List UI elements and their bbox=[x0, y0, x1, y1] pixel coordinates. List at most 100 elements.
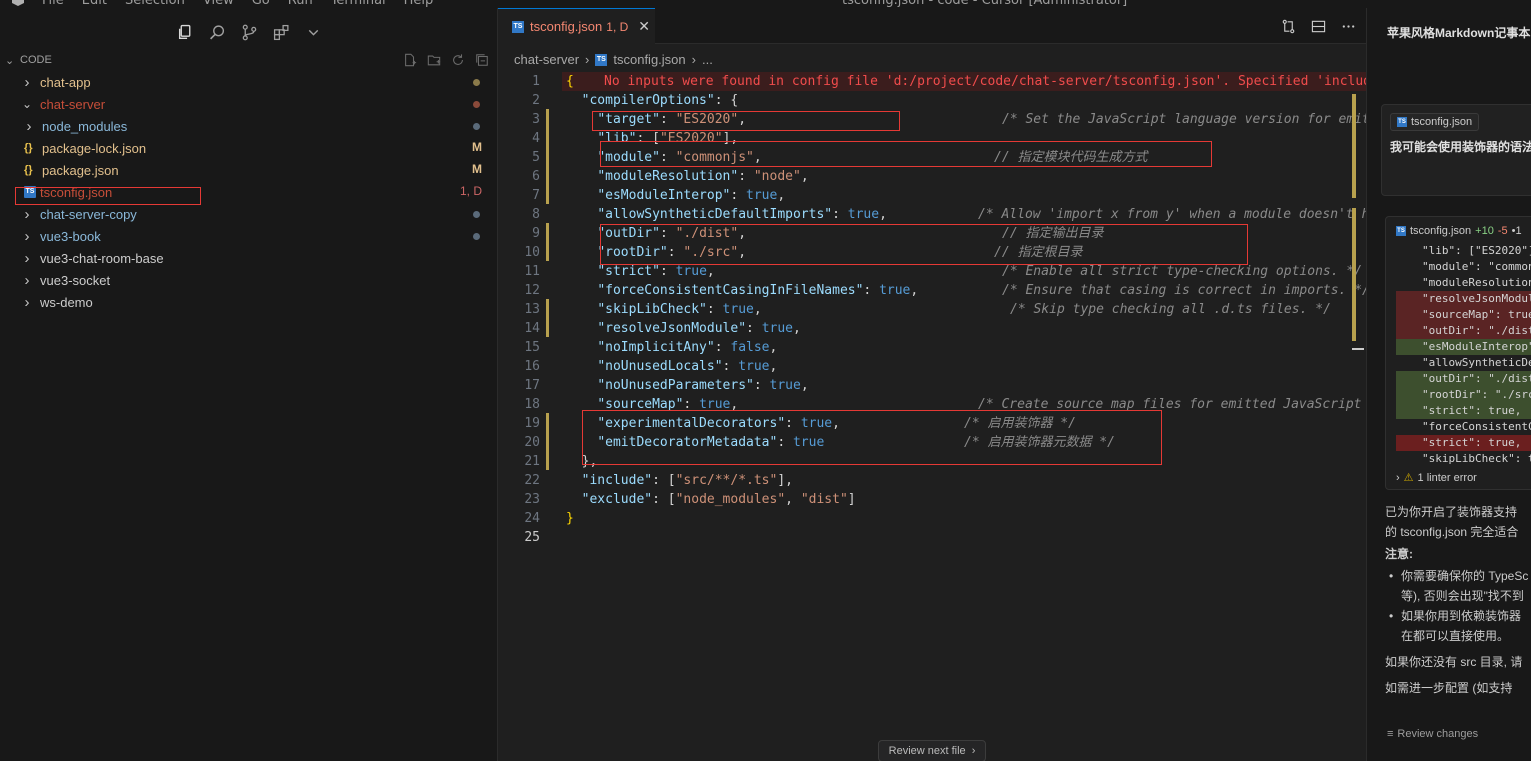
breadcrumb-file[interactable]: tsconfig.json bbox=[613, 52, 685, 67]
diff-line: "lib": ["ES2020"], bbox=[1422, 244, 1531, 257]
modified-dot-icon bbox=[473, 211, 480, 218]
tree-item-chat-server[interactable]: ⌄ chat-server bbox=[0, 93, 498, 115]
line-number: 11 bbox=[524, 264, 540, 279]
search-icon[interactable] bbox=[201, 20, 233, 44]
code-text: "moduleResolution": "node", bbox=[597, 169, 809, 184]
code-line[interactable]: 15 "noImplicitAny": false, bbox=[498, 338, 1366, 357]
code-text: "compilerOptions": { bbox=[581, 93, 739, 108]
diff-added-count: +10 bbox=[1475, 225, 1494, 237]
chevron-right-icon: › bbox=[24, 73, 30, 91]
menu-item-go[interactable]: Go bbox=[252, 0, 270, 8]
response-note-heading: 注意: bbox=[1385, 547, 1413, 561]
code-line[interactable]: 23 "exclude": ["node_modules", "dist"] bbox=[498, 490, 1366, 509]
line-number: 6 bbox=[532, 169, 540, 184]
response-text: 已为你开启了装饰器支持 bbox=[1385, 505, 1518, 519]
menu-item-run[interactable]: Run bbox=[288, 0, 313, 8]
tree-item-label: package.json bbox=[42, 162, 119, 178]
linter-status[interactable]: › ⚠ 1 linter error bbox=[1396, 471, 1477, 485]
response-text: 如果你还没有 src 目录, 请 bbox=[1385, 655, 1523, 669]
overview-ruler[interactable] bbox=[1352, 94, 1356, 198]
code-line[interactable]: 6 "moduleResolution": "node", bbox=[498, 167, 1366, 186]
code-line[interactable]: 12 "forceConsistentCasingInFileNames": t… bbox=[498, 281, 1370, 300]
overview-ruler[interactable] bbox=[1352, 208, 1356, 341]
code-line[interactable]: 8 "allowSyntheticDefaultImports": true, /… bbox=[498, 205, 1370, 224]
code-line[interactable]: 17 "noUnusedParameters": true, bbox=[498, 376, 1366, 395]
line-number: 12 bbox=[524, 283, 540, 298]
modified-dot-icon bbox=[473, 233, 480, 240]
breadcrumb-folder[interactable]: chat-server bbox=[514, 52, 579, 67]
compare-changes-icon[interactable] bbox=[1280, 18, 1296, 34]
diff-card[interactable]: TS tsconfig.json +10 -5 •1 "lib": ["ES20… bbox=[1385, 216, 1531, 490]
activity-bar bbox=[0, 20, 498, 44]
code-line[interactable]: 24} bbox=[498, 509, 1366, 528]
line-number: 8 bbox=[532, 207, 540, 222]
tree-item-package-lock-json[interactable]: {} package-lock.json M bbox=[0, 137, 498, 159]
code-text: "include": ["src/**/*.ts"], bbox=[581, 473, 793, 488]
review-changes-button[interactable]: ≡ Review changes bbox=[1387, 728, 1478, 740]
code-text: "allowSyntheticDefaultImports": true, bbox=[597, 207, 887, 222]
new-file-icon[interactable] bbox=[402, 52, 418, 68]
menu-item-view[interactable]: View bbox=[203, 0, 234, 8]
chat-user-message[interactable]: TS tsconfig.json 我可能会使用装饰器的语法 bbox=[1381, 104, 1531, 196]
diff-line: "outDir": "./dist" bbox=[1396, 323, 1531, 339]
chevron-right-icon: › bbox=[24, 249, 30, 267]
split-editor-icon[interactable] bbox=[1310, 18, 1326, 34]
window-title: tsconfig.json - code - Cursor [Administr… bbox=[842, 0, 1128, 8]
code-line[interactable]: 2 "compilerOptions": { bbox=[498, 91, 1366, 110]
chevron-down-icon[interactable] bbox=[297, 20, 329, 44]
typescript-file-icon: TS bbox=[1397, 117, 1407, 127]
menu-item-file[interactable]: File bbox=[42, 0, 64, 8]
close-icon[interactable]: ✕ bbox=[638, 18, 650, 35]
chevron-down-icon[interactable]: ⌄ bbox=[5, 54, 14, 67]
extensions-icon[interactable] bbox=[265, 20, 297, 44]
tree-item-package-json[interactable]: {} package.json M bbox=[0, 159, 498, 181]
menu-item-terminal[interactable]: Terminal bbox=[331, 0, 386, 8]
refresh-icon[interactable] bbox=[450, 52, 466, 68]
tree-item-vue3-socket[interactable]: › vue3-socket bbox=[0, 269, 498, 291]
modified-dot-icon bbox=[473, 101, 480, 108]
menu-item-edit[interactable]: Edit bbox=[82, 0, 107, 8]
gutter-change-marker bbox=[546, 109, 549, 204]
code-line[interactable]: 13 "skipLibCheck": true, /* Skip type che… bbox=[498, 300, 1366, 319]
code-line[interactable]: 22 "include": ["src/**/*.ts"], bbox=[498, 471, 1366, 490]
menu-item-help[interactable]: Help bbox=[404, 0, 434, 8]
chevron-right-icon: › bbox=[26, 117, 32, 135]
tree-item-vue3-book[interactable]: › vue3-book bbox=[0, 225, 498, 247]
tree-item-vue3-chat-room-base[interactable]: › vue3-chat-room-base bbox=[0, 247, 498, 269]
explorer-icon[interactable] bbox=[169, 20, 201, 44]
menu-item-selection[interactable]: Selection bbox=[125, 0, 185, 8]
more-actions-icon[interactable] bbox=[1340, 18, 1356, 34]
typescript-file-icon: TS bbox=[595, 53, 608, 66]
code-text: "noImplicitAny": false, bbox=[597, 340, 778, 355]
code-line[interactable]: 1 {No inputs were found in config file 'd… bbox=[498, 72, 1387, 91]
code-comment: /* Ensure that casing is correct in impo… bbox=[1002, 283, 1370, 298]
line-number: 14 bbox=[524, 321, 540, 336]
tree-item-chat-app[interactable]: › chat-app bbox=[0, 71, 498, 93]
tree-item-chat-server-copy[interactable]: › chat-server-copy bbox=[0, 203, 498, 225]
source-control-icon[interactable] bbox=[233, 20, 265, 44]
line-number: 25 bbox=[524, 530, 540, 545]
code-comment: /* Allow 'import x from y' when a module… bbox=[978, 207, 1370, 222]
code-line[interactable]: 7 "esModuleInterop": true, bbox=[498, 186, 1366, 205]
breadcrumb-symbol[interactable]: ... bbox=[702, 52, 713, 67]
code-line[interactable]: 25 bbox=[498, 528, 1366, 547]
chevron-right-icon: › bbox=[691, 52, 696, 67]
line-number: 9 bbox=[532, 226, 540, 241]
line-number: 22 bbox=[524, 473, 540, 488]
diff-line: "strict": true, bbox=[1396, 403, 1531, 419]
new-folder-icon[interactable] bbox=[426, 52, 442, 68]
code-line[interactable]: 16 "noUnusedLocals": true, bbox=[498, 357, 1366, 376]
code-comment: /* Set the JavaScript language version f… bbox=[1002, 112, 1370, 127]
explorer-header[interactable]: ⌄ CODE bbox=[0, 52, 498, 70]
context-chip[interactable]: TS tsconfig.json bbox=[1390, 113, 1480, 131]
code-comment: /* Skip type checking all .d.ts files. *… bbox=[1010, 302, 1331, 317]
line-number: 18 bbox=[524, 397, 540, 412]
tab-tsconfig[interactable]: TS tsconfig.json 1, D ✕ bbox=[498, 8, 655, 44]
collapse-all-icon[interactable] bbox=[474, 52, 490, 68]
tree-item-ws-demo[interactable]: › ws-demo bbox=[0, 291, 498, 313]
tree-item-node-modules[interactable]: › node_modules bbox=[0, 115, 498, 137]
review-next-file-button[interactable]: Review next file › bbox=[878, 740, 986, 761]
diff-line: "strict": true, bbox=[1396, 435, 1531, 451]
code-line[interactable]: 14 "resolveJsonModule": true, bbox=[498, 319, 1366, 338]
response-text: 的 tsconfig.json 完全适合 bbox=[1385, 525, 1519, 539]
